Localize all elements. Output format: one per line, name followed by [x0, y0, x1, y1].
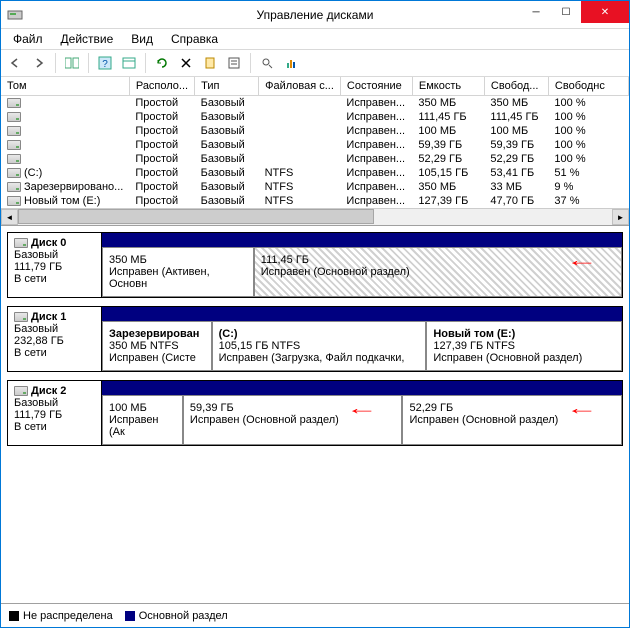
disk-stripe	[102, 233, 622, 247]
disk-icon	[14, 312, 28, 322]
disk-info: Диск 2Базовый111,79 ГБВ сети	[8, 381, 102, 445]
col-layout[interactable]: Располо...	[129, 77, 194, 96]
arrow-annotation: ←	[566, 250, 598, 271]
scroll-left-button[interactable]: ◄	[1, 209, 18, 225]
col-fs[interactable]: Файловая с...	[259, 77, 341, 96]
app-icon	[7, 7, 23, 23]
partition[interactable]: (C:)105,15 ГБ NTFSИсправен (Загрузка, Фа…	[212, 321, 427, 371]
legend-swatch-primary	[125, 611, 135, 621]
legend-primary: Основной раздел	[139, 610, 228, 622]
delete-button[interactable]	[176, 53, 196, 73]
arrow-annotation: ←	[346, 398, 378, 419]
drive-icon	[7, 112, 21, 122]
table-row[interactable]: ПростойБазовыйИсправен...59,39 ГБ59,39 Г…	[1, 138, 629, 152]
drive-icon	[7, 98, 21, 108]
scroll-thumb[interactable]	[18, 209, 374, 224]
table-row[interactable]: ПростойБазовыйИсправен...100 МБ100 МБ100…	[1, 124, 629, 138]
col-volume[interactable]: Том	[1, 77, 129, 96]
legend-unallocated: Не распределена	[23, 610, 113, 622]
disk-map: Диск 0Базовый111,79 ГБВ сети350 МБИсправ…	[1, 226, 629, 603]
drive-icon	[7, 196, 21, 206]
column-headers[interactable]: Том Располо... Тип Файловая с... Состоян…	[1, 77, 629, 96]
drive-icon	[7, 168, 21, 178]
volume-list[interactable]: Том Располо... Тип Файловая с... Состоян…	[1, 77, 629, 226]
window-title: Управление дисками	[257, 8, 374, 22]
drive-icon	[7, 140, 21, 150]
col-freep[interactable]: Свободнс	[548, 77, 628, 96]
partition[interactable]: 350 МБИсправен (Активен, Основн	[102, 247, 254, 297]
partition[interactable]: 111,45 ГБИсправен (Основной раздел)←	[254, 247, 622, 297]
refresh-button[interactable]	[152, 53, 172, 73]
horizontal-scrollbar[interactable]: ◄ ►	[1, 208, 629, 225]
disk-icon	[14, 238, 28, 248]
back-button[interactable]	[5, 53, 25, 73]
drive-icon	[7, 154, 21, 164]
panes-button[interactable]	[62, 53, 82, 73]
legend-swatch-unallocated	[9, 611, 19, 621]
disk-row: Диск 2Базовый111,79 ГБВ сети100 МБИсправ…	[7, 380, 623, 446]
col-free[interactable]: Свобод...	[484, 77, 548, 96]
partition[interactable]: 52,29 ГБИсправен (Основной раздел)←	[402, 395, 622, 445]
partition[interactable]: Новый том (E:)127,39 ГБ NTFSИсправен (Ос…	[426, 321, 622, 371]
partition[interactable]: 100 МБИсправен (Ак	[102, 395, 183, 445]
forward-button[interactable]	[29, 53, 49, 73]
menu-view[interactable]: Вид	[123, 30, 161, 48]
table-row[interactable]: ПростойБазовыйИсправен...52,29 ГБ52,29 Г…	[1, 152, 629, 166]
close-button[interactable]: ✕	[581, 1, 629, 23]
disk-row: Диск 0Базовый111,79 ГБВ сети350 МБИсправ…	[7, 232, 623, 298]
table-row[interactable]: Новый том (E:)ПростойБазовыйNTFSИсправен…	[1, 194, 629, 208]
drive-icon	[7, 126, 21, 136]
col-capacity[interactable]: Емкость	[412, 77, 484, 96]
svg-text:?: ?	[102, 59, 108, 70]
col-type[interactable]: Тип	[195, 77, 259, 96]
disk-stripe	[102, 307, 622, 321]
table-row[interactable]: ПростойБазовыйИсправен...350 МБ350 МБ100…	[1, 96, 629, 111]
legend: Не распределена Основной раздел	[1, 603, 629, 627]
drive-icon	[7, 182, 21, 192]
table-row[interactable]: ПростойБазовыйИсправен...111,45 ГБ111,45…	[1, 110, 629, 124]
menu-bar: Файл Действие Вид Справка	[1, 29, 629, 49]
chart-button[interactable]	[281, 53, 301, 73]
partition[interactable]: 59,39 ГБИсправен (Основной раздел)←	[183, 395, 403, 445]
options-button[interactable]	[224, 53, 244, 73]
disk-info: Диск 1Базовый232,88 ГБВ сети	[8, 307, 102, 371]
properties-button[interactable]	[200, 53, 220, 73]
disk-info: Диск 0Базовый111,79 ГБВ сети	[8, 233, 102, 297]
col-state[interactable]: Состояние	[340, 77, 412, 96]
partition[interactable]: Зарезервирован350 МБ NTFSИсправен (Систе	[102, 321, 212, 371]
menu-help[interactable]: Справка	[163, 30, 226, 48]
view-button[interactable]	[119, 53, 139, 73]
menu-action[interactable]: Действие	[53, 30, 122, 48]
disk-row: Диск 1Базовый232,88 ГБВ сетиЗарезервиров…	[7, 306, 623, 372]
toolbar: ?	[1, 49, 629, 77]
table-row[interactable]: (C:)ПростойБазовыйNTFSИсправен...105,15 …	[1, 166, 629, 180]
minimize-button[interactable]: ─	[521, 1, 551, 23]
table-row[interactable]: Зарезервировано...ПростойБазовыйNTFSИспр…	[1, 180, 629, 194]
disk-icon	[14, 386, 28, 396]
title-bar: Управление дисками ─ ☐ ✕	[1, 1, 629, 29]
help-button[interactable]: ?	[95, 53, 115, 73]
arrow-annotation: ←	[566, 398, 598, 419]
disk-stripe	[102, 381, 622, 395]
menu-file[interactable]: Файл	[5, 30, 51, 48]
find-button[interactable]	[257, 53, 277, 73]
maximize-button[interactable]: ☐	[551, 1, 581, 23]
scroll-right-button[interactable]: ►	[612, 209, 629, 225]
